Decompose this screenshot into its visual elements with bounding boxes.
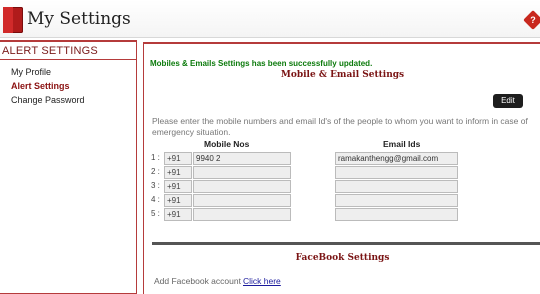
- instructions-text: Please enter the mobile numbers and emai…: [152, 116, 528, 137]
- contact-row: 5 : +91: [151, 208, 540, 221]
- section-title-facebook: FaceBook Settings: [295, 253, 390, 263]
- contact-row: 4 : +91: [151, 194, 540, 207]
- column-header-email: Email Ids: [383, 139, 421, 149]
- section-divider: [152, 242, 540, 245]
- mobile-number-input[interactable]: [193, 180, 291, 193]
- mobile-number-input[interactable]: [193, 166, 291, 179]
- mobile-number-input[interactable]: [193, 194, 291, 207]
- help-icon[interactable]: ?: [523, 10, 540, 30]
- main-panel: Mobiles & Emails Settings has been succe…: [143, 42, 540, 294]
- row-number: 4 :: [151, 195, 160, 204]
- section-title-mobile-email: Mobile & Email Settings: [280, 70, 405, 80]
- country-code-field[interactable]: +91: [164, 208, 192, 221]
- sidebar: ALERT SETTINGS My Profile Alert Settings…: [0, 40, 137, 294]
- app-header: My Settings ?: [0, 0, 540, 38]
- column-header-mobile: Mobile Nos: [204, 139, 250, 149]
- email-input[interactable]: [335, 180, 458, 193]
- email-input[interactable]: ramakanthengg@gmail.com: [335, 152, 458, 165]
- country-code-field[interactable]: +91: [164, 194, 192, 207]
- sidebar-item-change-password[interactable]: Change Password: [0, 93, 136, 107]
- success-message: Mobiles & Emails Settings has been succe…: [150, 59, 373, 68]
- email-input[interactable]: [335, 166, 458, 179]
- country-code-field[interactable]: +91: [164, 166, 192, 179]
- country-code-field[interactable]: +91: [164, 180, 192, 193]
- row-number: 3 :: [151, 181, 160, 190]
- country-code-field[interactable]: +91: [164, 152, 192, 165]
- row-number: 2 :: [151, 167, 160, 176]
- contact-row: 1 : +91 9940 2 ramakanthengg@gmail.com: [151, 152, 540, 165]
- app-logo-icon: [3, 7, 23, 33]
- mobile-number-input[interactable]: [193, 208, 291, 221]
- row-number: 1 :: [151, 153, 160, 162]
- row-number: 5 :: [151, 209, 160, 218]
- sidebar-title: ALERT SETTINGS: [0, 42, 136, 60]
- email-input[interactable]: [335, 208, 458, 221]
- sidebar-item-my-profile[interactable]: My Profile: [0, 65, 136, 79]
- mobile-number-input[interactable]: 9940 2: [193, 152, 291, 165]
- contact-row: 3 : +91: [151, 180, 540, 193]
- sidebar-item-alert-settings[interactable]: Alert Settings: [0, 79, 136, 93]
- facebook-add-link[interactable]: Click here: [243, 276, 281, 286]
- page-title: My Settings: [27, 9, 131, 29]
- email-input[interactable]: [335, 194, 458, 207]
- edit-button[interactable]: Edit: [493, 94, 523, 108]
- contact-row: 2 : +91: [151, 166, 540, 179]
- facebook-label: Add Facebook account: [154, 276, 241, 286]
